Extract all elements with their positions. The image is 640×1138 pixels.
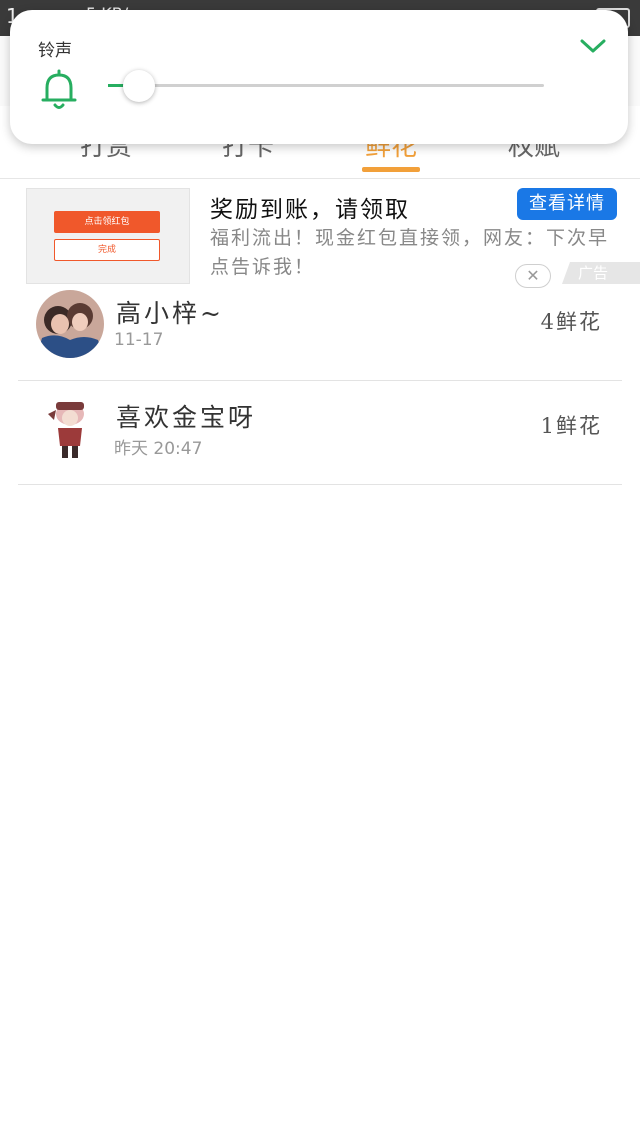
list-item[interactable]: 喜欢金宝呀 昨天 20:47 1鲜花 (18, 380, 622, 485)
volume-panel: 铃声 (10, 10, 628, 144)
bell-icon[interactable] (40, 68, 78, 112)
chevron-down-icon[interactable] (580, 36, 606, 56)
volume-slider-handle[interactable] (122, 70, 155, 102)
ad-view-details-button[interactable]: 查看详情 (517, 188, 617, 220)
ad-thumb-done-button: 完成 (54, 239, 160, 261)
ad-thumb-red-button: 点击领红包 (54, 211, 160, 233)
avatar[interactable] (36, 394, 104, 462)
ad-thumbnail[interactable]: 点击领红包 完成 (26, 188, 190, 284)
flower-count: 4鲜花 (540, 310, 602, 334)
active-tab-indicator (362, 167, 420, 172)
volume-label: 铃声 (38, 41, 72, 61)
user-name: 高小梓~ (116, 299, 224, 328)
flower-count: 1鲜花 (540, 414, 602, 438)
timestamp: 昨天 20:47 (114, 439, 203, 459)
avatar[interactable] (36, 290, 104, 358)
ad-banner[interactable]: 点击领红包 完成 奖励到账，请领取 福利流出！现金红包直接领，网友：下次早点告诉… (0, 180, 640, 288)
user-name: 喜欢金宝呀 (116, 403, 257, 432)
ad-description: 福利流出！现金红包直接领，网友：下次早点告诉我！ (210, 227, 610, 278)
list-item[interactable]: 高小梓~ 11-17 4鲜花 (18, 276, 622, 381)
timestamp: 11-17 (114, 330, 164, 350)
ad-title: 奖励到账，请领取 (210, 197, 410, 223)
volume-slider-track[interactable] (108, 84, 544, 87)
